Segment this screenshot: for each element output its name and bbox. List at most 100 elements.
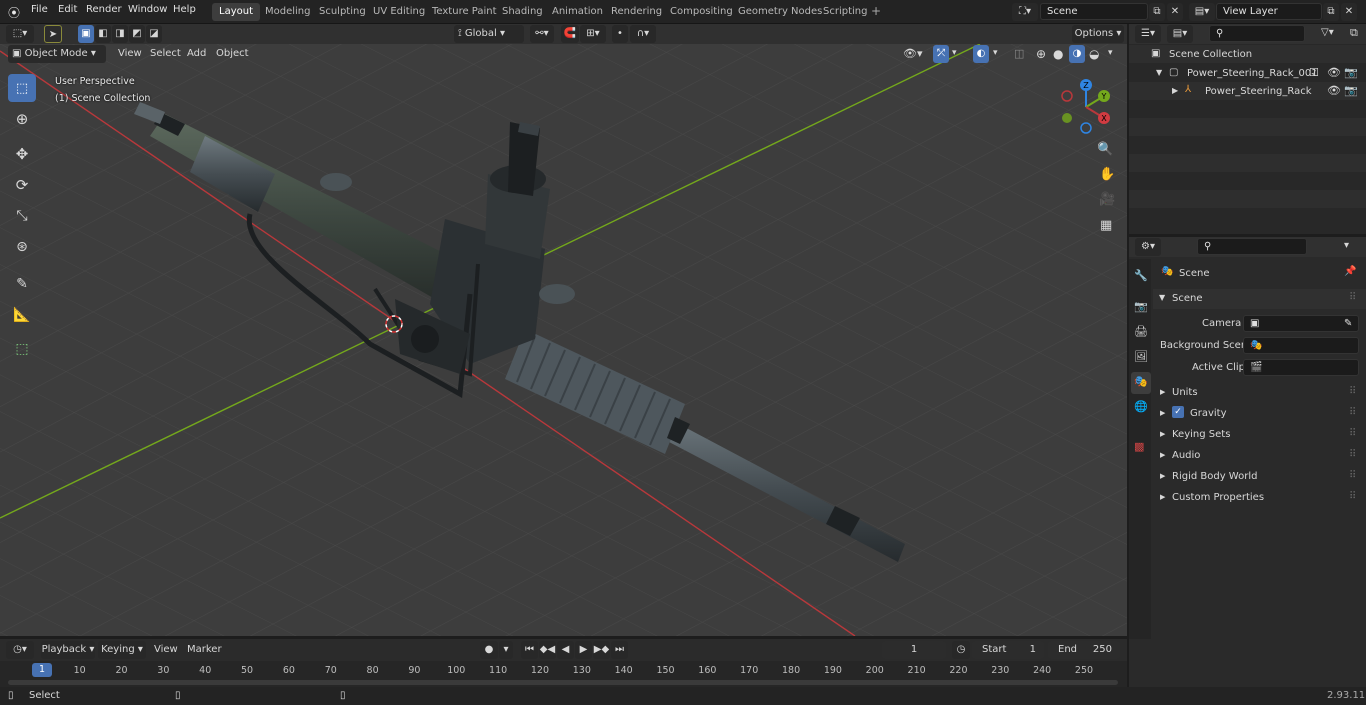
menu-edit[interactable]: Edit: [58, 4, 77, 15]
collection-render-icon[interactable]: 📷: [1344, 66, 1358, 79]
eyedropper-icon[interactable]: ✎: [1344, 316, 1352, 331]
tab-uv-editing[interactable]: UV Editing: [366, 3, 432, 21]
custom-properties-panel-header[interactable]: ▶ Custom Properties ⠿: [1153, 488, 1366, 508]
tab-compositing[interactable]: Compositing: [663, 3, 740, 21]
pivot-point-icon[interactable]: ⚯▾: [530, 25, 554, 43]
display-mode-icon[interactable]: ▤▾: [1167, 25, 1193, 43]
outliner-search-input[interactable]: ⚲: [1209, 25, 1305, 42]
rigid-body-world-panel-header[interactable]: ▶ Rigid Body World ⠿: [1153, 467, 1366, 487]
visibility-selectability-icon[interactable]: 👁▾: [903, 47, 923, 60]
pin-icon[interactable]: 📌: [1344, 266, 1356, 277]
playback-menu[interactable]: Playback ▾: [41, 641, 95, 659]
tab-sculpting[interactable]: Sculpting: [312, 3, 373, 21]
menu-file[interactable]: File: [31, 4, 48, 15]
view-layer-tab-icon[interactable]: 🖼: [1134, 350, 1148, 363]
select-box-tool-icon[interactable]: ⬚: [8, 74, 36, 102]
select-intersect-icon[interactable]: ◪: [146, 25, 162, 43]
background-scene-field[interactable]: 🎭: [1243, 337, 1359, 354]
select-tool-icon[interactable]: ➤: [44, 25, 62, 43]
outliner-row-object[interactable]: ▶ ⅄ Power_Steering_Rack 👁 📷: [1129, 82, 1366, 100]
proportional-falloff-icon[interactable]: ∩▾: [630, 25, 656, 43]
timeline-scrollbar[interactable]: [8, 680, 1118, 685]
audio-drag-icon[interactable]: ⠿: [1349, 449, 1356, 460]
custom-properties-drag-icon[interactable]: ⠿: [1349, 491, 1356, 502]
prev-keyframe-icon[interactable]: ◆◀: [539, 641, 556, 659]
new-scene-icon[interactable]: ⧉: [1149, 3, 1165, 21]
transform-tool-icon[interactable]: ⊛: [8, 233, 36, 261]
preview-range-icon[interactable]: ◷: [952, 641, 970, 659]
keying-menu[interactable]: Keying ▾: [98, 641, 146, 659]
play-reverse-icon[interactable]: ◀: [557, 641, 574, 659]
exclude-checkbox-icon[interactable]: ☑: [1309, 66, 1319, 79]
material-shading-icon[interactable]: ◑: [1069, 45, 1085, 63]
new-view-layer-icon[interactable]: ⧉: [1323, 3, 1339, 21]
new-collection-icon[interactable]: ⧉: [1350, 26, 1358, 40]
select-invert-icon[interactable]: ◩: [129, 25, 145, 43]
menu-help[interactable]: Help: [173, 4, 196, 15]
end-frame-field[interactable]: End 250: [1048, 641, 1120, 659]
xray-toggle-icon[interactable]: ◫: [1014, 47, 1024, 60]
object-visibility-icon[interactable]: 👁: [1327, 84, 1341, 97]
zoom-view-icon[interactable]: 🔍: [1097, 142, 1113, 157]
measure-tool-icon[interactable]: 📐: [8, 301, 36, 329]
tool-tab-icon[interactable]: 🔧: [1134, 269, 1148, 282]
timeline-menu-marker[interactable]: Marker: [187, 644, 222, 655]
delete-scene-icon[interactable]: ✕: [1167, 3, 1183, 21]
select-new-icon[interactable]: ▣: [78, 25, 94, 43]
proportional-edit-icon[interactable]: •: [612, 25, 628, 43]
overlays-toggle-icon[interactable]: ◐: [973, 45, 989, 63]
viewport-menu-select[interactable]: Select: [150, 48, 181, 59]
tab-shading[interactable]: Shading: [495, 3, 550, 21]
annotate-tool-icon[interactable]: ✎: [8, 270, 36, 298]
units-panel-header[interactable]: ▶ Units ⠿: [1153, 383, 1366, 403]
outliner-row-root[interactable]: ▣ Scene Collection: [1129, 45, 1366, 63]
view-layer-selector-icon[interactable]: ▤▾: [1189, 3, 1215, 21]
add-workspace-icon[interactable]: +: [871, 4, 881, 18]
tab-rendering[interactable]: Rendering: [604, 3, 669, 21]
play-icon[interactable]: ▶: [575, 641, 592, 659]
gizmo-neg-y-icon[interactable]: [1062, 113, 1072, 123]
properties-options-icon[interactable]: ▾: [1344, 240, 1349, 251]
view-layer-field[interactable]: View Layer: [1216, 3, 1322, 20]
gizmo-toggle-icon[interactable]: ⤱: [933, 45, 949, 63]
gizmo-neg-x-icon[interactable]: [1061, 90, 1073, 102]
move-tool-icon[interactable]: ✥: [8, 140, 36, 168]
camera-field[interactable]: ▣ ✎: [1243, 315, 1359, 332]
scene-panel-header[interactable]: ▼ Scene ⠿: [1153, 289, 1366, 309]
keying-sets-drag-icon[interactable]: ⠿: [1349, 428, 1356, 439]
properties-editor-type-icon[interactable]: ⚙▾: [1135, 238, 1161, 256]
snap-target-icon[interactable]: ⊞▾: [580, 25, 606, 43]
menu-render[interactable]: Render: [86, 4, 122, 15]
jump-end-icon[interactable]: ⏭: [611, 641, 628, 659]
options-button[interactable]: Options ▾: [1072, 25, 1124, 43]
viewport-menu-view[interactable]: View: [118, 48, 142, 59]
blender-logo-icon[interactable]: ⦿: [8, 4, 20, 21]
scene-selector-icon[interactable]: ⛶▾: [1012, 3, 1038, 21]
start-frame-field[interactable]: Start 1: [972, 641, 1044, 659]
timeline-ruler[interactable]: 1 10 20 30 40 50 60 70 80 90 100 110 120 130 140 150 160…: [0, 661, 1127, 687]
rigid-body-drag-icon[interactable]: ⠿: [1349, 470, 1356, 481]
tab-scripting[interactable]: Scripting: [816, 3, 874, 21]
world-tab-icon[interactable]: 🌐: [1134, 400, 1148, 413]
editor-type-icon[interactable]: ⬚▾: [6, 25, 34, 43]
select-subtract-icon[interactable]: ◨: [112, 25, 128, 43]
units-drag-icon[interactable]: ⠿: [1349, 386, 1356, 397]
object-render-icon[interactable]: 📷: [1344, 84, 1358, 97]
current-frame-field[interactable]: 1: [882, 641, 946, 659]
ortho-toggle-icon[interactable]: ▦: [1100, 218, 1112, 233]
shading-dropdown-icon[interactable]: ▾: [1108, 48, 1113, 58]
camera-view-icon[interactable]: 🎥: [1099, 192, 1115, 207]
tab-geometry-nodes[interactable]: Geometry Nodes: [731, 3, 829, 21]
next-keyframe-icon[interactable]: ▶◆: [593, 641, 610, 659]
keying-sets-panel-header[interactable]: ▶ Keying Sets ⠿: [1153, 425, 1366, 445]
render-tab-icon[interactable]: 📷: [1134, 300, 1148, 313]
tab-modeling[interactable]: Modeling: [258, 3, 318, 21]
gravity-drag-icon[interactable]: ⠿: [1349, 407, 1356, 418]
timeline-editor-type-icon[interactable]: ◷▾: [6, 641, 34, 659]
select-extend-icon[interactable]: ◧: [95, 25, 111, 43]
active-clip-field[interactable]: 🎬: [1243, 359, 1359, 376]
texture-tab-icon[interactable]: ▩: [1134, 440, 1144, 453]
jump-start-icon[interactable]: ⏮: [521, 641, 538, 659]
output-tab-icon[interactable]: 🖨: [1134, 325, 1148, 338]
scene-name-field[interactable]: Scene: [1040, 3, 1148, 20]
